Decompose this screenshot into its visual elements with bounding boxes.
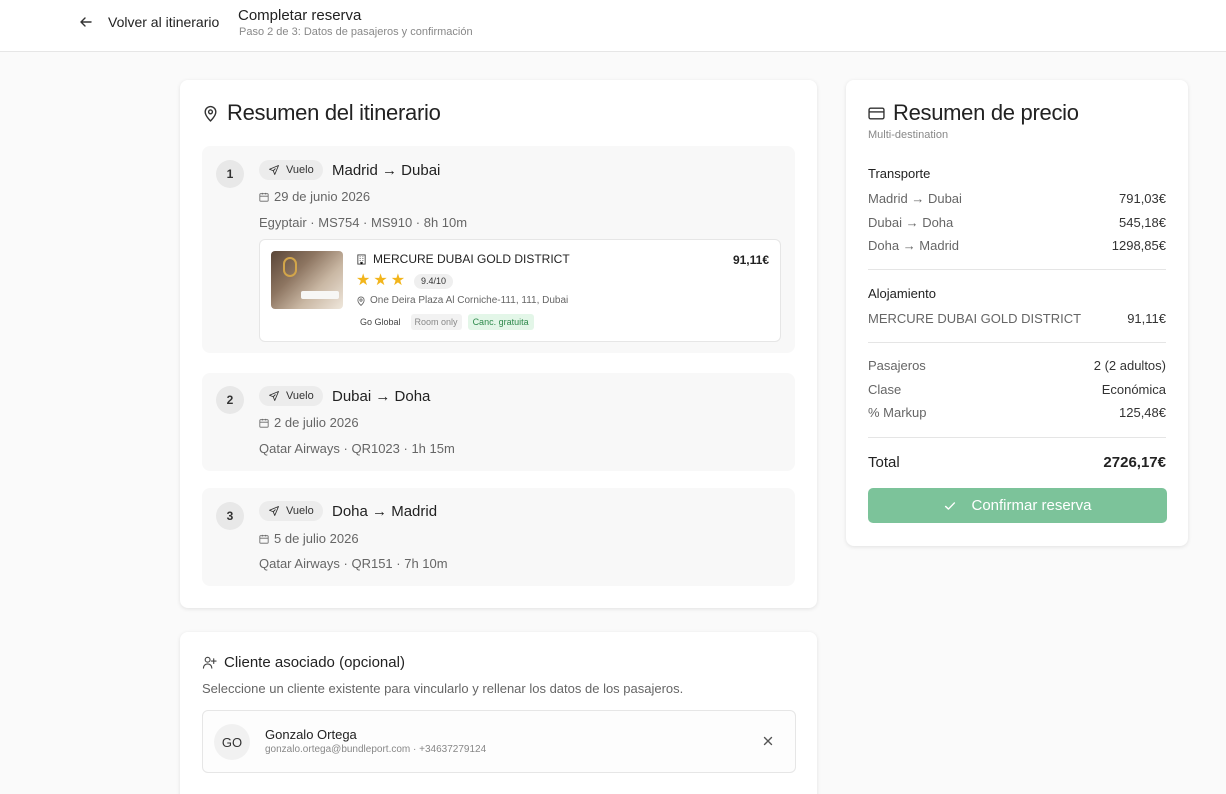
flight-type-chip: Vuelo bbox=[259, 160, 323, 180]
hotel-tags: Go Global Room only Canc. gratuita bbox=[356, 314, 534, 330]
transport-heading: Transporte bbox=[868, 166, 931, 181]
price-summary-title: Resumen de precio bbox=[868, 100, 1079, 126]
arrow-left-icon bbox=[80, 17, 92, 27]
plane-icon bbox=[269, 165, 279, 175]
confirm-booking-button[interactable]: Confirmar reserva bbox=[868, 488, 1167, 523]
hotel-name: MERCURE DUBAI GOLD DISTRICT bbox=[356, 252, 570, 266]
transport-line: Dubai → Doha 545,18€ bbox=[868, 215, 1166, 230]
divider bbox=[868, 342, 1166, 343]
selected-client[interactable]: GO Gonzalo Ortega gonzalo.ortega@bundlep… bbox=[202, 710, 796, 773]
segment-route: Madrid → Dubai bbox=[332, 162, 441, 179]
lodging-line: MERCURE DUBAI GOLD DISTRICT 91,11€ bbox=[868, 311, 1166, 326]
passengers-line: Pasajeros 2 (2 adultos) bbox=[868, 358, 1166, 373]
hotel-address: One Deira Plaza Al Corniche-111, 111, Du… bbox=[356, 295, 568, 306]
building-icon bbox=[357, 253, 366, 265]
hotel-image bbox=[271, 251, 343, 309]
divider bbox=[868, 269, 1166, 270]
client-title: Cliente asociado (opcional) bbox=[202, 654, 405, 671]
transport-line: Madrid → Dubai 791,03€ bbox=[868, 191, 1166, 206]
associated-client-card: Cliente asociado (opcional) Seleccione u… bbox=[180, 632, 817, 794]
divider bbox=[868, 437, 1166, 438]
itinerary-card: Resumen del itinerario 1 Vuelo Madrid → … bbox=[180, 80, 817, 608]
page-title: Completar reserva bbox=[238, 7, 362, 24]
segment-date: 29 de junio 2026 bbox=[259, 189, 370, 204]
map-pin-icon bbox=[357, 296, 365, 306]
itinerary-segment: 1 Vuelo Madrid → Dubai 29 de junio 2026 … bbox=[202, 146, 795, 353]
hotel-price: 91,11€ bbox=[732, 253, 769, 267]
top-bar: Volver al itinerario Completar reserva P… bbox=[0, 0, 1226, 52]
star-icon: ★ bbox=[356, 272, 371, 289]
segment-date: 2 de julio 2026 bbox=[259, 415, 359, 430]
total-line: Total 2726,17€ bbox=[868, 454, 1166, 471]
hotel-score: 9.4/10 bbox=[414, 273, 454, 289]
flight-type-chip: Vuelo bbox=[259, 386, 323, 406]
price-subtitle: Multi-destination bbox=[868, 129, 949, 141]
hotel-rating: ★ ★ ★ 9.4/10 bbox=[356, 272, 454, 289]
credit-card-icon bbox=[868, 106, 885, 120]
segment-number: 3 bbox=[216, 502, 244, 530]
lodging-heading: Alojamiento bbox=[868, 286, 936, 301]
client-description: Seleccione un cliente existente para vin… bbox=[202, 681, 684, 696]
client-contact: gonzalo.ortega@bundleport.com · +3463727… bbox=[265, 744, 487, 755]
hotel-card[interactable]: MERCURE DUBAI GOLD DISTRICT 91,11€ ★ ★ ★… bbox=[259, 239, 781, 342]
star-icon: ★ bbox=[390, 272, 406, 289]
client-name: Gonzalo Ortega bbox=[265, 727, 357, 742]
calendar-icon bbox=[259, 192, 269, 202]
plane-icon bbox=[269, 391, 279, 401]
user-plus-icon bbox=[202, 656, 217, 669]
segment-airline: Qatar Airways · QR151 · 7h 10m bbox=[259, 556, 448, 571]
calendar-icon bbox=[259, 418, 269, 428]
flight-type-chip: Vuelo bbox=[259, 501, 323, 521]
markup-line: % Markup 125,48€ bbox=[868, 405, 1166, 420]
board-tag: Room only bbox=[410, 314, 462, 330]
itinerary-segment: 3 Vuelo Doha → Madrid 5 de julio 2026 Qa… bbox=[202, 488, 795, 586]
back-to-itinerary-button[interactable]: Volver al itinerario bbox=[78, 12, 219, 32]
segment-date: 5 de julio 2026 bbox=[259, 531, 359, 546]
back-label: Volver al itinerario bbox=[108, 14, 220, 30]
segment-number: 1 bbox=[216, 160, 244, 188]
segment-airline: Egyptair · MS754 · MS910 · 8h 10m bbox=[259, 215, 468, 230]
calendar-icon bbox=[259, 534, 269, 544]
cancellation-tag: Canc. gratuita bbox=[467, 314, 534, 330]
class-line: Clase Económica bbox=[868, 382, 1166, 397]
itinerary-title: Resumen del itinerario bbox=[202, 100, 441, 126]
segment-route: Doha → Madrid bbox=[332, 503, 438, 520]
segment-airline: Qatar Airways · QR1023 · 1h 15m bbox=[259, 441, 455, 456]
provider-tag: Go Global bbox=[360, 317, 401, 327]
segment-route: Dubai → Doha bbox=[332, 388, 431, 405]
avatar: GO bbox=[214, 724, 250, 760]
check-icon bbox=[945, 501, 956, 510]
transport-line: Doha → Madrid 1298,85€ bbox=[868, 238, 1166, 253]
page-subtitle: Paso 2 de 3: Datos de pasajeros y confir… bbox=[239, 26, 473, 38]
plane-icon bbox=[269, 506, 279, 516]
price-summary-card: Resumen de precio Multi-destination Tran… bbox=[846, 80, 1188, 546]
map-pin-icon bbox=[204, 105, 217, 122]
star-icon: ★ bbox=[373, 272, 388, 289]
itinerary-segment: 2 Vuelo Dubai → Doha 2 de julio 2026 Qat… bbox=[202, 373, 795, 471]
close-icon[interactable] bbox=[761, 734, 775, 748]
segment-number: 2 bbox=[216, 386, 244, 414]
